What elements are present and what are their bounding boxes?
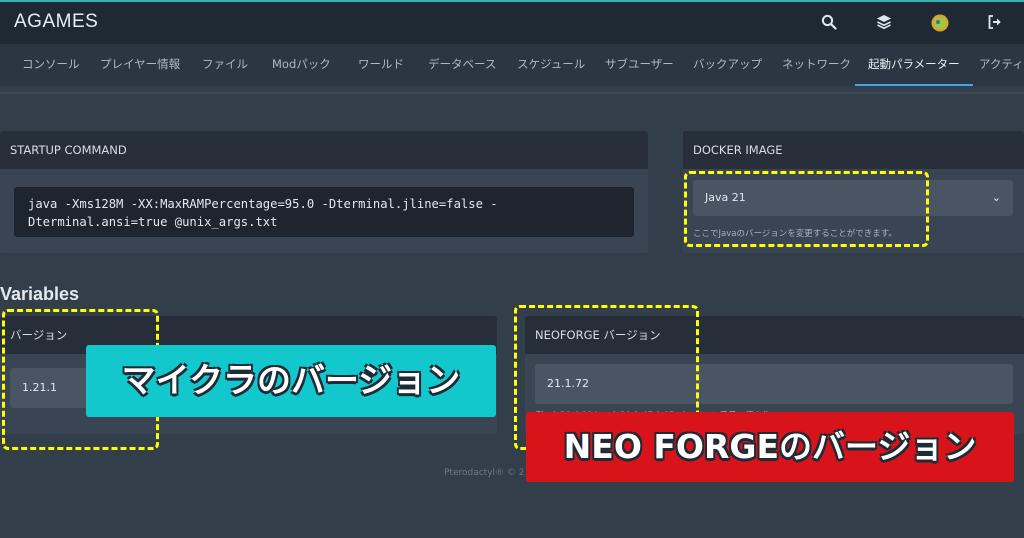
- startup-command-card: STARTUP COMMAND java -Xms128M -XX:MaxRAM…: [0, 131, 648, 253]
- divider: [0, 92, 1024, 94]
- tab-player-info[interactable]: プレイヤー情報: [98, 44, 182, 86]
- avatar[interactable]: [931, 14, 949, 32]
- docker-image-title: DOCKER IMAGE: [683, 131, 1024, 169]
- neoforge-version-callout: NEO FORGEのバージョン: [526, 412, 1014, 482]
- docker-highlight-box: [684, 171, 929, 247]
- tab-activity[interactable]: アクティビ: [977, 44, 1024, 86]
- tab-backup[interactable]: バックアップ: [691, 44, 764, 86]
- layers-icon[interactable]: [876, 14, 894, 32]
- server-nav-tabs: コンソール プレイヤー情報 ファイル Modパック ワールド データベース スケ…: [0, 44, 1024, 86]
- tab-startup-parameters[interactable]: 起動パラメーター: [855, 44, 973, 86]
- startup-command-line2: Dterminal.ansi=true @unix_args.txt: [28, 215, 278, 229]
- chevron-down-icon: ⌄: [991, 191, 1001, 204]
- top-bar: AGAMES: [0, 0, 1024, 44]
- tab-files[interactable]: ファイル: [200, 44, 250, 86]
- footer-copyright: Pterodactyl® © 2: [444, 468, 525, 478]
- tab-network[interactable]: ネットワーク: [780, 44, 853, 86]
- tab-database[interactable]: データベース: [426, 44, 498, 86]
- search-icon[interactable]: [821, 14, 839, 32]
- tab-subusers[interactable]: サブユーザー: [603, 44, 676, 86]
- tab-modpack[interactable]: Modパック: [270, 44, 333, 86]
- startup-command-title: STARTUP COMMAND: [0, 131, 648, 169]
- tab-console[interactable]: コンソール: [20, 44, 82, 86]
- startup-command-text: java -Xms128M -XX:MaxRAMPercentage=95.0 …: [14, 187, 634, 237]
- logout-icon[interactable]: [987, 14, 1005, 32]
- startup-command-line1: java -Xms128M -XX:MaxRAMPercentage=95.0 …: [28, 197, 498, 211]
- tab-schedule[interactable]: スケジュール: [515, 44, 587, 86]
- brand-logo[interactable]: AGAMES: [14, 11, 98, 33]
- tab-world[interactable]: ワールド: [356, 44, 406, 86]
- minecraft-version-callout: マイクラのバージョン: [86, 345, 496, 417]
- variables-heading: Variables: [0, 284, 80, 304]
